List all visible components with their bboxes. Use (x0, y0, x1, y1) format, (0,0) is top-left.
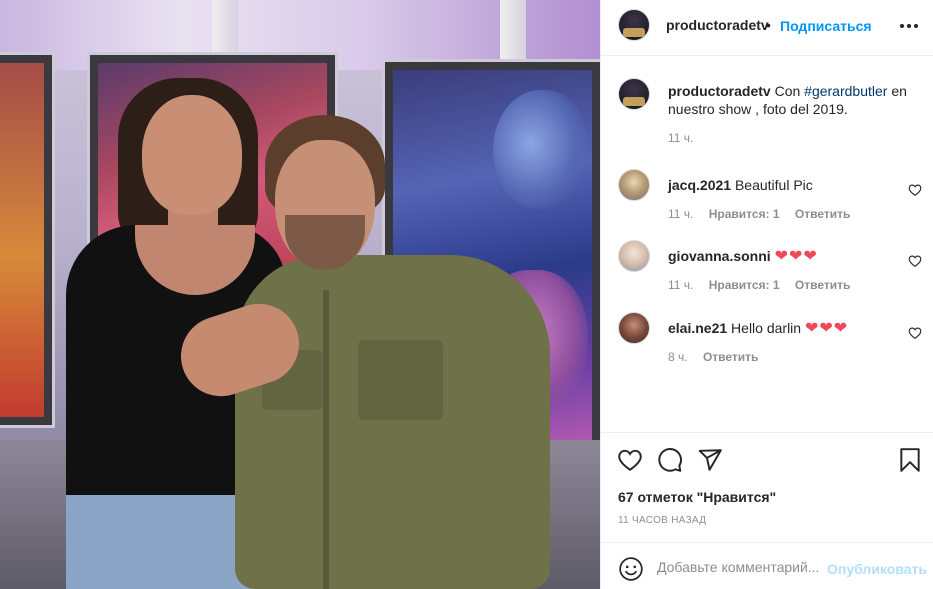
tv-screen (0, 55, 52, 425)
separator-dot: • (766, 17, 771, 33)
screen-face (493, 90, 588, 210)
comment-meta: 11 ч. Нравится: 1 Ответить (668, 207, 862, 221)
comment-likes[interactable]: Нравится: 1 (709, 278, 780, 292)
comment-time: 11 ч. (668, 278, 694, 292)
follow-button[interactable]: Подписаться (780, 18, 872, 34)
heart-emoji: ❤❤❤ (804, 320, 849, 337)
comment-item: jacq.2021 Beautiful Pic 11 ч. Нравится: … (618, 169, 933, 229)
shirt-pocket (358, 340, 443, 420)
caption-text: productoradetv Con #gerardbutler en nues… (668, 82, 918, 118)
emoji-smile-icon[interactable] (618, 556, 644, 582)
comment-time: 8 ч. (668, 350, 688, 364)
likes-count[interactable]: 67 отметок "Нравится" (618, 489, 776, 505)
post-header: productoradetv • Подписаться (601, 0, 933, 56)
author-username[interactable]: productoradetv (666, 17, 769, 33)
caption-username[interactable]: productoradetv (668, 83, 771, 99)
post-actions: 67 отметок "Нравится" 11 ЧАСОВ НАЗАД (601, 432, 933, 542)
comment-item: giovanna.sonni ❤❤❤ 11 ч. Нравится: 1 Отв… (618, 240, 933, 300)
caption-time: 11 ч. (668, 131, 694, 145)
comment-meta: 8 ч. Ответить (668, 350, 770, 364)
woman-jeans (66, 495, 256, 589)
avatar[interactable] (618, 240, 650, 272)
comment-time: 11 ч. (668, 207, 694, 221)
avatar[interactable] (618, 169, 650, 201)
avatar[interactable] (618, 78, 650, 110)
comment-body: Hello darlin (731, 320, 802, 336)
post-photo[interactable] (0, 0, 600, 589)
comment-item: elai.ne21 Hello darlin ❤❤❤ 8 ч. Ответить (618, 312, 933, 372)
comment-likes[interactable]: Нравится: 1 (709, 207, 780, 221)
comment-meta: 11 ч. Нравится: 1 Ответить (668, 278, 862, 292)
woman-face (142, 95, 242, 215)
post-caption: productoradetv Con #gerardbutler en nues… (618, 78, 918, 145)
comment-username[interactable]: jacq.2021 (668, 177, 731, 193)
heart-outline-icon[interactable] (908, 183, 922, 197)
reply-button[interactable]: Ответить (795, 278, 850, 292)
hashtag-link[interactable]: #gerardbutler (804, 83, 887, 99)
caption-text-start: Con (774, 83, 805, 99)
shirt-placket (323, 290, 329, 589)
heart-emoji: ❤❤❤ (774, 248, 818, 265)
comment-text: giovanna.sonni ❤❤❤ (668, 247, 818, 266)
more-horizontal-icon[interactable] (897, 16, 921, 36)
share-paper-plane-icon[interactable] (697, 447, 723, 473)
reply-button[interactable]: Ответить (795, 207, 850, 221)
man-olive-shirt (235, 255, 550, 589)
avatar[interactable] (618, 312, 650, 344)
post-timestamp[interactable]: 11 ЧАСОВ НАЗАД (618, 515, 706, 526)
comment-input[interactable] (657, 556, 825, 578)
comment-bubble-icon[interactable] (657, 447, 683, 473)
comment-body: Beautiful Pic (734, 177, 813, 193)
comment-text: elai.ne21 Hello darlin ❤❤❤ (668, 319, 848, 338)
heart-outline-icon[interactable] (908, 254, 922, 268)
reply-button[interactable]: Ответить (703, 350, 758, 364)
heart-outline-icon[interactable] (908, 326, 922, 340)
like-heart-icon[interactable] (617, 447, 643, 473)
comment-username[interactable]: giovanna.sonni (668, 248, 771, 264)
comment-text: jacq.2021 Beautiful Pic (668, 176, 813, 194)
post-sidebar: productoradetv • Подписаться productorad… (600, 0, 933, 589)
add-comment-bar: Опубликовать (601, 542, 933, 589)
studio-pillar (500, 0, 526, 70)
publish-button[interactable]: Опубликовать (827, 561, 927, 577)
avatar[interactable] (618, 9, 650, 41)
comment-username[interactable]: elai.ne21 (668, 320, 727, 336)
bookmark-icon[interactable] (897, 447, 923, 473)
